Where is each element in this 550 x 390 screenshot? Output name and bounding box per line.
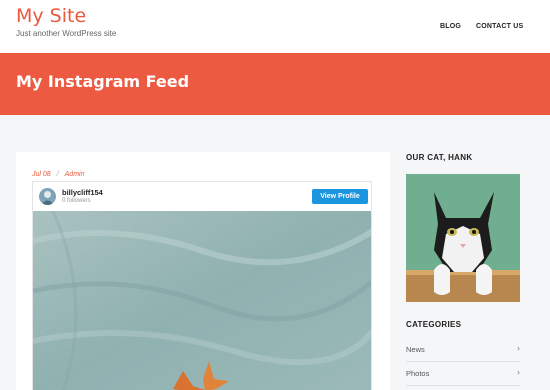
site-header: My Site Just another WordPress site BLOG… bbox=[0, 0, 550, 53]
chevron-right-icon: › bbox=[517, 343, 520, 353]
nav-item-blog[interactable]: BLOG bbox=[440, 23, 461, 30]
page-hero: My Instagram Feed bbox=[0, 53, 550, 115]
main-nav: BLOG CONTACT US bbox=[0, 23, 550, 33]
category-label[interactable]: Photos bbox=[406, 369, 429, 378]
post-content: Jul 08 / Admin billycliff154 0 followers V… bbox=[16, 152, 390, 390]
cat-widget-title: OUR CAT, HANK bbox=[406, 153, 473, 162]
instagram-profile-header: billycliff154 0 followers View Profile bbox=[33, 182, 371, 210]
meta-separator: / bbox=[56, 171, 59, 178]
view-profile-button[interactable]: View Profile bbox=[312, 189, 368, 204]
cat-photo bbox=[406, 174, 520, 302]
instagram-username[interactable]: billycliff154 bbox=[62, 188, 103, 197]
sidebar: OUR CAT, HANK CATEGORIES News › Photos › bbox=[406, 152, 526, 390]
category-label[interactable]: News bbox=[406, 345, 425, 354]
instagram-photo[interactable] bbox=[33, 211, 371, 390]
post-author[interactable]: Admin bbox=[65, 171, 85, 178]
instagram-followers: 0 followers bbox=[62, 198, 91, 204]
category-item-photos[interactable]: Photos › bbox=[406, 362, 520, 386]
instagram-feed-widget: billycliff154 0 followers View Profile bbox=[32, 181, 372, 390]
chevron-right-icon: › bbox=[517, 367, 520, 377]
avatar[interactable] bbox=[39, 188, 56, 205]
nav-item-contact-us[interactable]: CONTACT US bbox=[476, 23, 523, 30]
post-meta: Jul 08 / Admin bbox=[32, 171, 84, 178]
post-date[interactable]: Jul 08 bbox=[32, 171, 51, 178]
categories-widget-title: CATEGORIES bbox=[406, 320, 462, 329]
page-title: My Instagram Feed bbox=[16, 72, 190, 91]
category-item-news[interactable]: News › bbox=[406, 338, 520, 362]
